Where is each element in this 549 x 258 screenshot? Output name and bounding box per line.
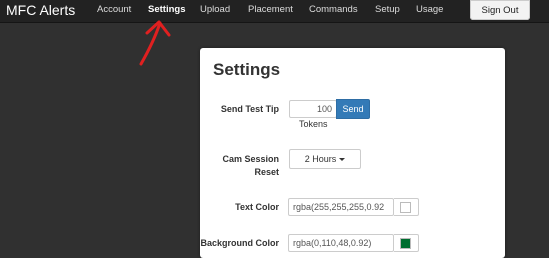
text-color-label: Text Color [235,202,279,212]
send-test-tip-label: Send Test Tip [220,104,279,114]
sign-out-button[interactable]: Sign Out [470,0,530,20]
session-reset-selected: 2 Hours [304,154,337,164]
background-color-label: Background Color [200,238,279,248]
nav-placement[interactable]: Placement [248,4,293,16]
settings-panel: Settings Send Test Tip 100 Send Tokens C… [200,48,505,258]
background-color-input[interactable]: rgba(0,110,48,0.92) [288,234,394,252]
text-color-swatch-box[interactable] [394,198,419,216]
settings-title: Settings [213,60,281,79]
nav-usage[interactable]: Usage [416,4,443,16]
cam-session-reset-label-line2: Reset [254,167,279,177]
background-color-swatch [400,238,411,249]
text-color-input[interactable]: rgba(255,255,255,0.92 [288,198,394,216]
tokens-unit-label: Tokens [299,119,328,129]
send-test-tip-button[interactable]: Send [336,99,370,119]
background-color-swatch-box[interactable] [394,234,419,252]
nav-account[interactable]: Account [97,4,131,16]
nav-commands[interactable]: Commands [309,4,358,16]
test-tip-amount-input[interactable]: 100 [289,100,337,118]
nav-setup[interactable]: Setup [375,4,400,16]
cam-session-reset-label-line1: Cam Session [222,154,279,164]
caret-down-icon [339,157,346,161]
nav-upload[interactable]: Upload [200,4,230,16]
top-navbar: MFC Alerts Account Settings Upload Place… [0,0,549,23]
nav-settings[interactable]: Settings [148,4,185,16]
session-reset-dropdown[interactable]: 2 Hours [289,149,361,169]
brand-logo[interactable]: MFC Alerts [6,1,75,19]
text-color-swatch [400,202,411,213]
annotation-arrow-icon [139,20,171,66]
